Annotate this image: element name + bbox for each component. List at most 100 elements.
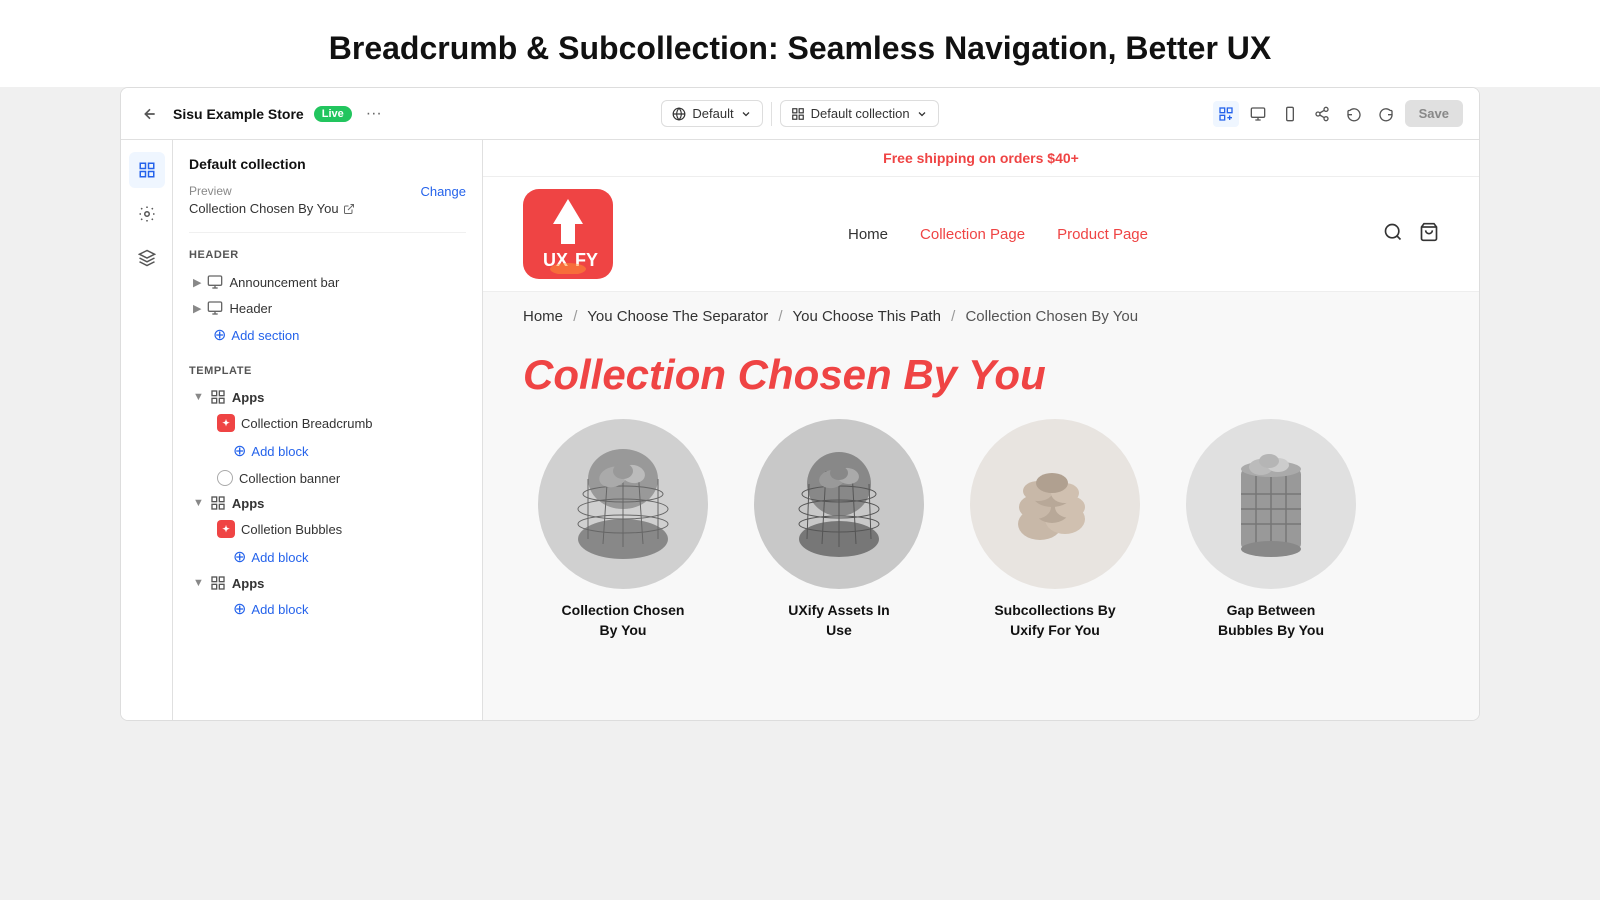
plus-circle-icon: ⊕ <box>213 325 226 345</box>
default-collection-dropdown[interactable]: Default collection <box>780 100 939 127</box>
product-name-4: Gap BetweenBubbles By You <box>1218 601 1324 640</box>
breadcrumb-part2: You Choose The Separator <box>587 308 768 325</box>
breadcrumb-sep-2: / <box>778 308 782 325</box>
add-block-button-2[interactable]: ⊕ Add block <box>189 543 466 571</box>
store-preview: Free shipping on orders $40+ UX FY <box>483 140 1479 720</box>
product-image-1 <box>538 419 708 589</box>
product-name-3: Subcollections ByUxify For You <box>994 601 1115 640</box>
live-badge: Live <box>314 106 352 122</box>
product-stone-svg-4 <box>1206 439 1336 569</box>
announcement-bar-label: Announcement bar <box>229 275 339 290</box>
collection-bubbles-item[interactable]: ✦ Colletion Bubbles <box>189 515 466 543</box>
editor-shell: Sisu Example Store Live ··· Default Defa… <box>120 87 1480 721</box>
apps-chevron-3: ▼ <box>193 577 204 589</box>
divider <box>771 102 772 126</box>
product-name-2: UXify Assets InUse <box>788 601 889 640</box>
product-image-4 <box>1186 419 1356 589</box>
product-stone-svg-1 <box>558 439 688 569</box>
product-card-4: Gap BetweenBubbles By You <box>1171 419 1371 640</box>
plus-icon-2: ⊕ <box>233 547 246 567</box>
product-card-2: UXify Assets InUse <box>739 419 939 640</box>
sections-icon[interactable] <box>129 152 165 188</box>
breadcrumb-home: Home <box>523 308 563 325</box>
top-bar-left: Sisu Example Store Live ··· <box>137 101 649 127</box>
more-options-button[interactable]: ··· <box>362 103 386 125</box>
breadcrumb-sep-1: / <box>573 308 577 325</box>
preview-area: Free shipping on orders $40+ UX FY <box>483 140 1479 720</box>
collection-title-area: Collection Chosen By You <box>483 341 1479 419</box>
share-icon-btn[interactable] <box>1309 101 1335 127</box>
desktop-icon-btn[interactable] <box>1245 101 1271 127</box>
add-block-button-1[interactable]: ⊕ Add block <box>189 437 466 465</box>
announcement-bar: Free shipping on orders $40+ <box>483 140 1479 177</box>
header-icon <box>207 300 223 316</box>
collection-breadcrumb-item[interactable]: ✦ Collection Breadcrumb <box>189 409 466 437</box>
preview-value: Collection Chosen By You <box>189 201 355 216</box>
breadcrumb-part3: You Choose This Path <box>792 308 940 325</box>
nav-home[interactable]: Home <box>848 226 888 243</box>
change-link[interactable]: Change <box>420 184 466 199</box>
apps-icon[interactable] <box>129 240 165 276</box>
chevron-right-icon: ▶ <box>193 276 201 289</box>
chevron-right-icon-2: ▶ <box>193 302 201 315</box>
select-icon-btn[interactable] <box>1213 101 1239 127</box>
page-title-area: Breadcrumb & Subcollection: Seamless Nav… <box>0 0 1600 87</box>
banner-circle-icon <box>217 470 233 486</box>
left-panel: Default collection Preview Collection Ch… <box>173 140 483 720</box>
breadcrumb-current: Collection Chosen By You <box>965 308 1138 325</box>
undo-button[interactable] <box>1341 101 1367 127</box>
add-section-button[interactable]: ⊕ Add section <box>189 321 466 349</box>
redo-button[interactable] <box>1373 101 1399 127</box>
red-app-icon-2: ✦ <box>217 520 235 538</box>
cart-button[interactable] <box>1419 222 1439 247</box>
product-stone-svg-3 <box>990 439 1120 569</box>
nav-collection-page[interactable]: Collection Page <box>920 226 1025 243</box>
default-collection-label: Default collection <box>811 106 910 121</box>
top-bar-center: Default Default collection <box>661 100 938 127</box>
search-button[interactable] <box>1383 222 1403 247</box>
top-bar: Sisu Example Store Live ··· Default Defa… <box>121 88 1479 140</box>
main-area: Default collection Preview Collection Ch… <box>121 140 1479 720</box>
breadcrumb-area: Home / You Choose The Separator / You Ch… <box>483 292 1479 341</box>
page-title: Breadcrumb & Subcollection: Seamless Nav… <box>20 30 1580 67</box>
add-block-button-3[interactable]: ⊕ Add block <box>189 595 466 623</box>
default-dropdown[interactable]: Default <box>661 100 762 127</box>
announcement-bar-item[interactable]: ▶ Announcement bar <box>189 269 466 295</box>
apps-group-1[interactable]: ▼ Apps <box>189 385 466 409</box>
nav-product-page[interactable]: Product Page <box>1057 226 1148 243</box>
apps-grid-icon-3 <box>210 575 226 591</box>
collection-title: Collection Chosen By You <box>523 351 1439 399</box>
product-card-1: Collection ChosenBy You <box>523 419 723 640</box>
apps-group-3[interactable]: ▼ Apps <box>189 571 466 595</box>
apps-grid-icon-2 <box>210 495 226 511</box>
uxify-logo-svg: UX FY <box>533 194 603 274</box>
product-card-3: Subcollections ByUxify For You <box>955 419 1155 640</box>
mobile-icon-btn[interactable] <box>1277 101 1303 127</box>
collection-banner-item[interactable]: Collection banner <box>189 465 466 491</box>
settings-icon[interactable] <box>129 196 165 232</box>
product-image-2 <box>754 419 924 589</box>
store-name: Sisu Example Store <box>173 106 304 122</box>
default-label: Default <box>692 106 733 121</box>
breadcrumb-sep-3: / <box>951 308 955 325</box>
announcement-icon <box>207 274 223 290</box>
product-stone-svg-2 <box>774 439 904 569</box>
save-button[interactable]: Save <box>1405 100 1463 127</box>
plus-icon-1: ⊕ <box>233 441 246 461</box>
apps-group-2[interactable]: ▼ Apps <box>189 491 466 515</box>
header-label: Header <box>229 301 272 316</box>
red-app-icon-1: ✦ <box>217 414 235 432</box>
store-header: UX FY Home Collection Page Product Page <box>483 177 1479 292</box>
back-button[interactable] <box>137 101 163 127</box>
apps-grid-icon-1 <box>210 389 226 405</box>
preview-label: Preview <box>189 184 355 198</box>
plus-icon-3: ⊕ <box>233 599 246 619</box>
store-logo: UX FY <box>523 189 613 279</box>
preview-info: Preview Collection Chosen By You <box>189 184 355 216</box>
product-name-1: Collection ChosenBy You <box>562 601 685 640</box>
preview-row: Preview Collection Chosen By You Change <box>189 184 466 233</box>
template-section-label: Template <box>189 365 466 377</box>
header-section-label: Header <box>189 249 466 261</box>
apps-chevron-2: ▼ <box>193 497 204 509</box>
header-item[interactable]: ▶ Header <box>189 295 466 321</box>
